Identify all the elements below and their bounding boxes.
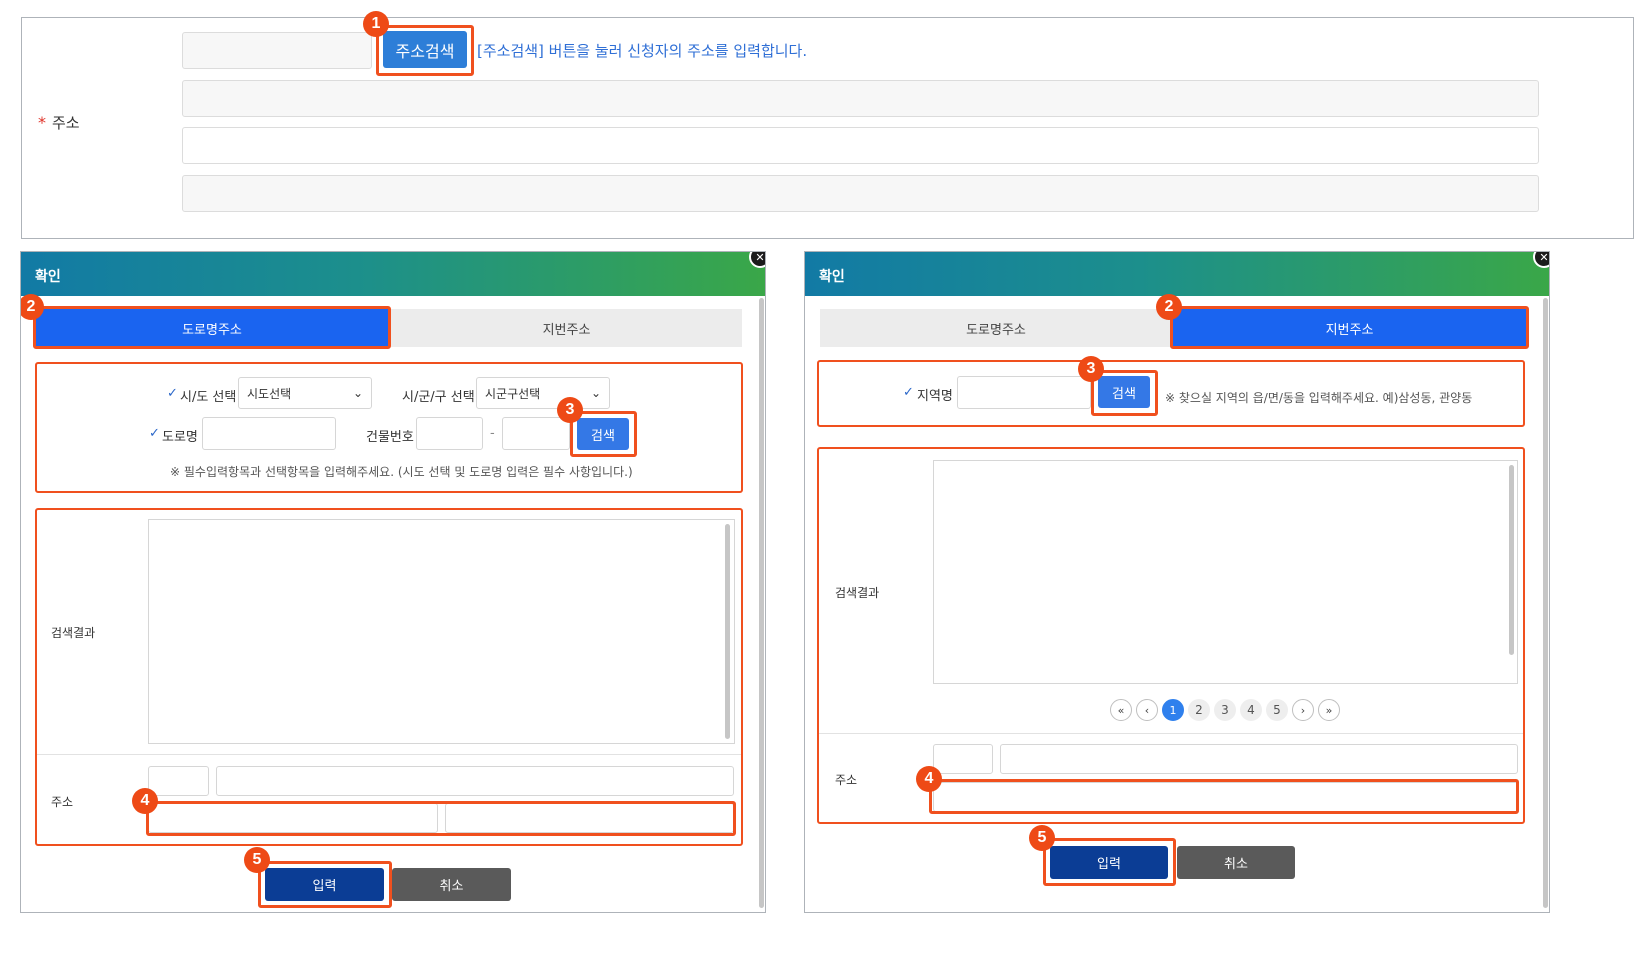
building-main-number-input[interactable] [416, 417, 483, 450]
chevron-down-icon: ⌄ [590, 386, 601, 400]
address-search-hint: [주소검색] 버튼을 눌러 신청자의 주소를 입력합니다. [477, 42, 808, 60]
address-line-1-field[interactable] [182, 80, 1539, 117]
pagination-page-4[interactable]: 4 [1240, 699, 1262, 721]
sido-select[interactable]: 시도선택 ⌄ [238, 377, 372, 409]
dialog-header: 확인 [805, 252, 1549, 296]
result-address-input[interactable] [216, 766, 734, 796]
divider [819, 733, 1523, 734]
pagination-last-button[interactable]: » [1318, 699, 1340, 721]
result-zipcode-input[interactable] [148, 766, 209, 796]
pagination-page-5[interactable]: 5 [1266, 699, 1288, 721]
results-scrollbar[interactable] [1509, 465, 1514, 655]
annotation-badge-4: 4 [132, 788, 158, 814]
dialog-title: 확인 [35, 269, 61, 285]
pagination-page-1[interactable]: 1 [1162, 699, 1184, 721]
annotation-box-4 [146, 801, 736, 836]
results-label: 검색결과 [835, 586, 880, 600]
required-mark: * [38, 113, 46, 132]
cancel-button[interactable]: 취소 [1177, 846, 1295, 879]
annotation-badge-5: 5 [1029, 825, 1055, 851]
lot-address-dialog: 확인 ✕ 도로명주소 지번주소 2 ✓ 지역명 검색 3 ※ 찾으실 지역의 읍… [804, 251, 1550, 913]
tab-road-address[interactable]: 도로명주소 [820, 309, 1172, 347]
pagination-page-2[interactable]: 2 [1188, 699, 1210, 721]
pagination-prev-button[interactable]: ‹ [1136, 699, 1158, 721]
address-line-3-field[interactable] [182, 175, 1539, 212]
annotation-badge-2: 2 [1156, 294, 1182, 320]
result-address-input[interactable] [1000, 744, 1518, 774]
tab-lot-address[interactable]: 지번주소 [391, 309, 742, 347]
results-list[interactable] [148, 519, 735, 744]
area-name-input[interactable] [957, 376, 1091, 409]
divider [37, 754, 741, 755]
check-icon: ✓ [167, 386, 178, 401]
address-label: 주소 [52, 114, 80, 132]
results-scrollbar[interactable] [725, 524, 730, 739]
building-number-label: 건물번호 [366, 430, 414, 445]
sigungu-label: 시/군/구 선택 [402, 390, 475, 405]
cancel-button[interactable]: 취소 [392, 868, 511, 901]
sigungu-select[interactable]: 시군구선택 ⌄ [476, 377, 610, 409]
annotation-badge-1: 1 [363, 11, 389, 37]
annotation-box-2 [33, 306, 391, 349]
annotation-box-1 [376, 25, 474, 76]
pagination-first-button[interactable]: « [1110, 699, 1132, 721]
annotation-box-2 [1170, 306, 1529, 349]
lot-search-notice: ※ 찾으실 지역의 읍/면/동을 입력해주세요. 예)삼성동, 관양동 [1165, 391, 1473, 405]
sigungu-select-value: 시군구선택 [485, 386, 541, 401]
annotation-box-5 [1043, 838, 1176, 886]
annotation-badge-5: 5 [244, 847, 270, 873]
building-sub-number-input[interactable] [502, 417, 570, 450]
road-address-dialog: 확인 ✕ 도로명주소 지번주소 2 ✓ 시/도 선택 시도선택 ⌄ 시/군/구 선… [20, 251, 766, 913]
pagination-page-3[interactable]: 3 [1214, 699, 1236, 721]
annotation-box-4 [929, 779, 1519, 814]
road-name-input[interactable] [202, 417, 336, 450]
sido-select-value: 시도선택 [247, 386, 292, 401]
chevron-down-icon: ⌄ [352, 386, 363, 400]
address-result-label: 주소 [51, 795, 74, 809]
result-zipcode-input[interactable] [933, 744, 993, 774]
dash-separator: - [490, 426, 495, 441]
annotation-box-5 [258, 861, 392, 908]
address-result-label: 주소 [835, 773, 858, 787]
dialog-scrollbar[interactable] [759, 298, 764, 908]
results-label: 검색결과 [51, 626, 96, 640]
sido-label: 시/도 선택 [180, 390, 237, 405]
pagination-next-button[interactable]: › [1292, 699, 1314, 721]
annotation-badge-4: 4 [916, 766, 942, 792]
address-line-2-field[interactable] [182, 127, 1539, 164]
dialog-title: 확인 [819, 269, 845, 285]
check-icon: ✓ [149, 426, 160, 441]
road-search-notice: ※ 필수입력항목과 선택항목을 입력해주세요. (시도 선택 및 도로명 입력은… [170, 465, 633, 479]
zipcode-field[interactable] [182, 32, 372, 69]
area-name-label: 지역명 [917, 389, 953, 404]
road-name-label: 도로명 [162, 430, 198, 445]
dialog-scrollbar[interactable] [1543, 298, 1548, 908]
annotation-badge-3: 3 [1078, 356, 1104, 382]
check-icon: ✓ [903, 385, 914, 400]
results-list[interactable] [933, 460, 1518, 684]
dialog-header: 확인 [21, 252, 765, 296]
annotation-badge-3: 3 [557, 397, 583, 423]
